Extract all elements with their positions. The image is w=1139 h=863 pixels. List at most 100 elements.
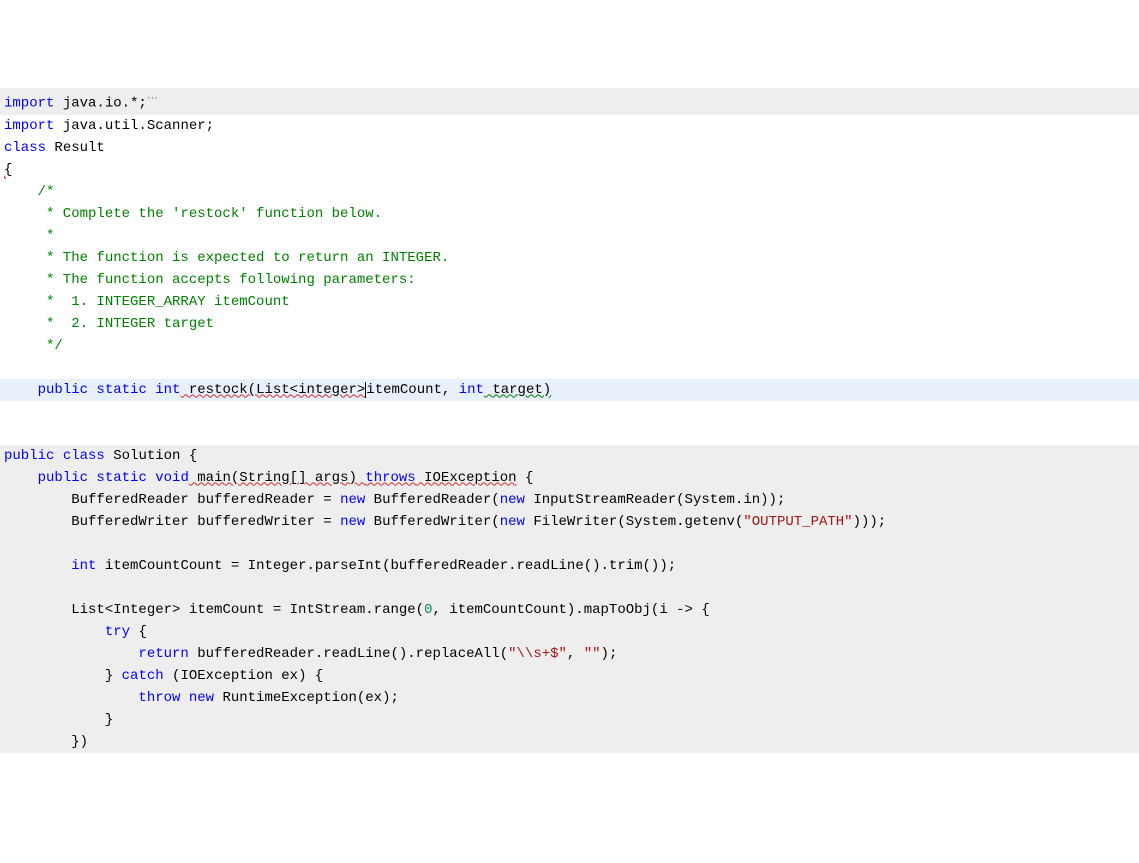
code-line[interactable]: List<Integer> itemCount = IntStream.rang…: [0, 599, 1139, 621]
indent: [4, 690, 138, 706]
comment-text: * 2. INTEGER target: [4, 316, 214, 332]
code-line[interactable]: * 1. INTEGER_ARRAY itemCount: [0, 291, 1139, 313]
class-name: Solution {: [105, 448, 197, 464]
code-text: BufferedWriter(: [365, 514, 499, 530]
keyword-new: new: [340, 514, 365, 530]
code-line[interactable]: }: [0, 709, 1139, 731]
parameter: target): [484, 382, 551, 398]
keyword-import: import: [4, 118, 54, 134]
code-line[interactable]: try {: [0, 621, 1139, 643]
open-brace: {: [4, 162, 12, 178]
indent: [4, 624, 105, 640]
code-text: ,: [567, 646, 584, 662]
code-line[interactable]: } catch (IOException ex) {: [0, 665, 1139, 687]
code-line[interactable]: import java.util.Scanner;: [0, 115, 1139, 137]
code-line[interactable]: *: [0, 225, 1139, 247]
indent: [4, 470, 38, 486]
keyword-new: new: [340, 492, 365, 508]
code-line[interactable]: [0, 401, 1139, 423]
indent: [4, 646, 138, 662]
code-line[interactable]: * Complete the 'restock' function below.: [0, 203, 1139, 225]
indent: [4, 558, 71, 574]
keyword-throw: throw: [138, 690, 180, 706]
indent: [4, 668, 105, 684]
open-brace: {: [517, 470, 534, 486]
keyword-static: static: [88, 470, 147, 486]
code-text: BufferedReader(: [365, 492, 499, 508]
code-text: InputStreamReader(System.in));: [525, 492, 785, 508]
keyword-class: class: [4, 140, 46, 156]
code-line[interactable]: public static void main(String[] args) t…: [0, 467, 1139, 489]
code-line[interactable]: int itemCountCount = Integer.parseInt(bu…: [0, 555, 1139, 577]
code-line[interactable]: public class Solution {: [0, 445, 1139, 467]
indent: [4, 492, 71, 508]
code-line[interactable]: * The function is expected to return an …: [0, 247, 1139, 269]
code-text: RuntimeException(ex);: [214, 690, 399, 706]
code-text: );: [601, 646, 618, 662]
class-name: Result: [46, 140, 105, 156]
close-brace: }): [71, 734, 88, 750]
indent: [4, 382, 38, 398]
comment-text: */: [4, 338, 63, 354]
code-line[interactable]: BufferedReader bufferedReader = new Buff…: [0, 489, 1139, 511]
code-line[interactable]: [0, 423, 1139, 445]
keyword-new: new: [500, 492, 525, 508]
code-line[interactable]: return bufferedReader.readLine().replace…: [0, 643, 1139, 665]
code-text: FileWriter(System.getenv(: [525, 514, 743, 530]
code-line[interactable]: /*: [0, 181, 1139, 203]
package-name: java.io.*;: [54, 96, 146, 112]
string-literal: "OUTPUT_PATH": [743, 514, 852, 530]
exception-type: IOException: [416, 470, 517, 486]
code-line-current[interactable]: public static int restock(List<integer>i…: [0, 379, 1139, 401]
keyword-int: int: [459, 382, 484, 398]
code-line[interactable]: [0, 533, 1139, 555]
keyword-static: static: [88, 382, 147, 398]
code-line[interactable]: import java.io.*;⋯: [0, 88, 1139, 115]
method-signature: main(String[] args): [189, 470, 365, 486]
code-text: BufferedWriter bufferedWriter =: [71, 514, 340, 530]
open-brace: {: [130, 624, 147, 640]
function-signature: restock(List<integer>: [180, 382, 365, 398]
keyword-public: public: [38, 382, 88, 398]
code-text: , itemCountCount).mapToObj(i -> {: [432, 602, 709, 618]
keyword-void: void: [147, 470, 189, 486]
package-name: java.util.Scanner;: [54, 118, 214, 134]
code-editor[interactable]: import java.io.*;⋯import java.util.Scann…: [0, 88, 1139, 753]
parameter: itemCount,: [366, 382, 458, 398]
code-line[interactable]: [0, 357, 1139, 379]
code-text: (IOException ex) {: [164, 668, 324, 684]
code-text: List<Integer> itemCount = IntStream.rang…: [71, 602, 424, 618]
indent: [4, 602, 71, 618]
code-line[interactable]: class Result: [0, 137, 1139, 159]
keyword-int: int: [147, 382, 181, 398]
string-literal: "": [584, 646, 601, 662]
keyword-new: new: [180, 690, 214, 706]
keyword-throws: throws: [365, 470, 415, 486]
comment-text: * 1. INTEGER_ARRAY itemCount: [4, 294, 290, 310]
indent: [4, 734, 71, 750]
code-line[interactable]: * 2. INTEGER target: [0, 313, 1139, 335]
code-line[interactable]: [0, 577, 1139, 599]
comment-text: * The function accepts following paramet…: [4, 272, 416, 288]
code-text: )));: [853, 514, 887, 530]
comment-text: *: [4, 228, 54, 244]
indent: [4, 514, 71, 530]
comment-text: * The function is expected to return an …: [4, 250, 449, 266]
code-line[interactable]: BufferedWriter bufferedWriter = new Buff…: [0, 511, 1139, 533]
code-line[interactable]: * The function accepts following paramet…: [0, 269, 1139, 291]
keyword-import: import: [4, 96, 54, 112]
code-line[interactable]: throw new RuntimeException(ex);: [0, 687, 1139, 709]
keyword-return: return: [138, 646, 188, 662]
string-literal: "\\s+$": [508, 646, 567, 662]
code-line[interactable]: }): [0, 731, 1139, 753]
comment-text: * Complete the 'restock' function below.: [4, 206, 382, 222]
code-line[interactable]: */: [0, 335, 1139, 357]
keyword-int: int: [71, 558, 96, 574]
keyword-public: public: [4, 448, 54, 464]
fold-icon[interactable]: ⋯: [147, 93, 158, 105]
code-line[interactable]: {: [0, 159, 1139, 181]
close-brace: }: [105, 668, 122, 684]
keyword-catch: catch: [122, 668, 164, 684]
code-text: bufferedReader.readLine().replaceAll(: [189, 646, 508, 662]
comment-text: /*: [4, 184, 54, 200]
